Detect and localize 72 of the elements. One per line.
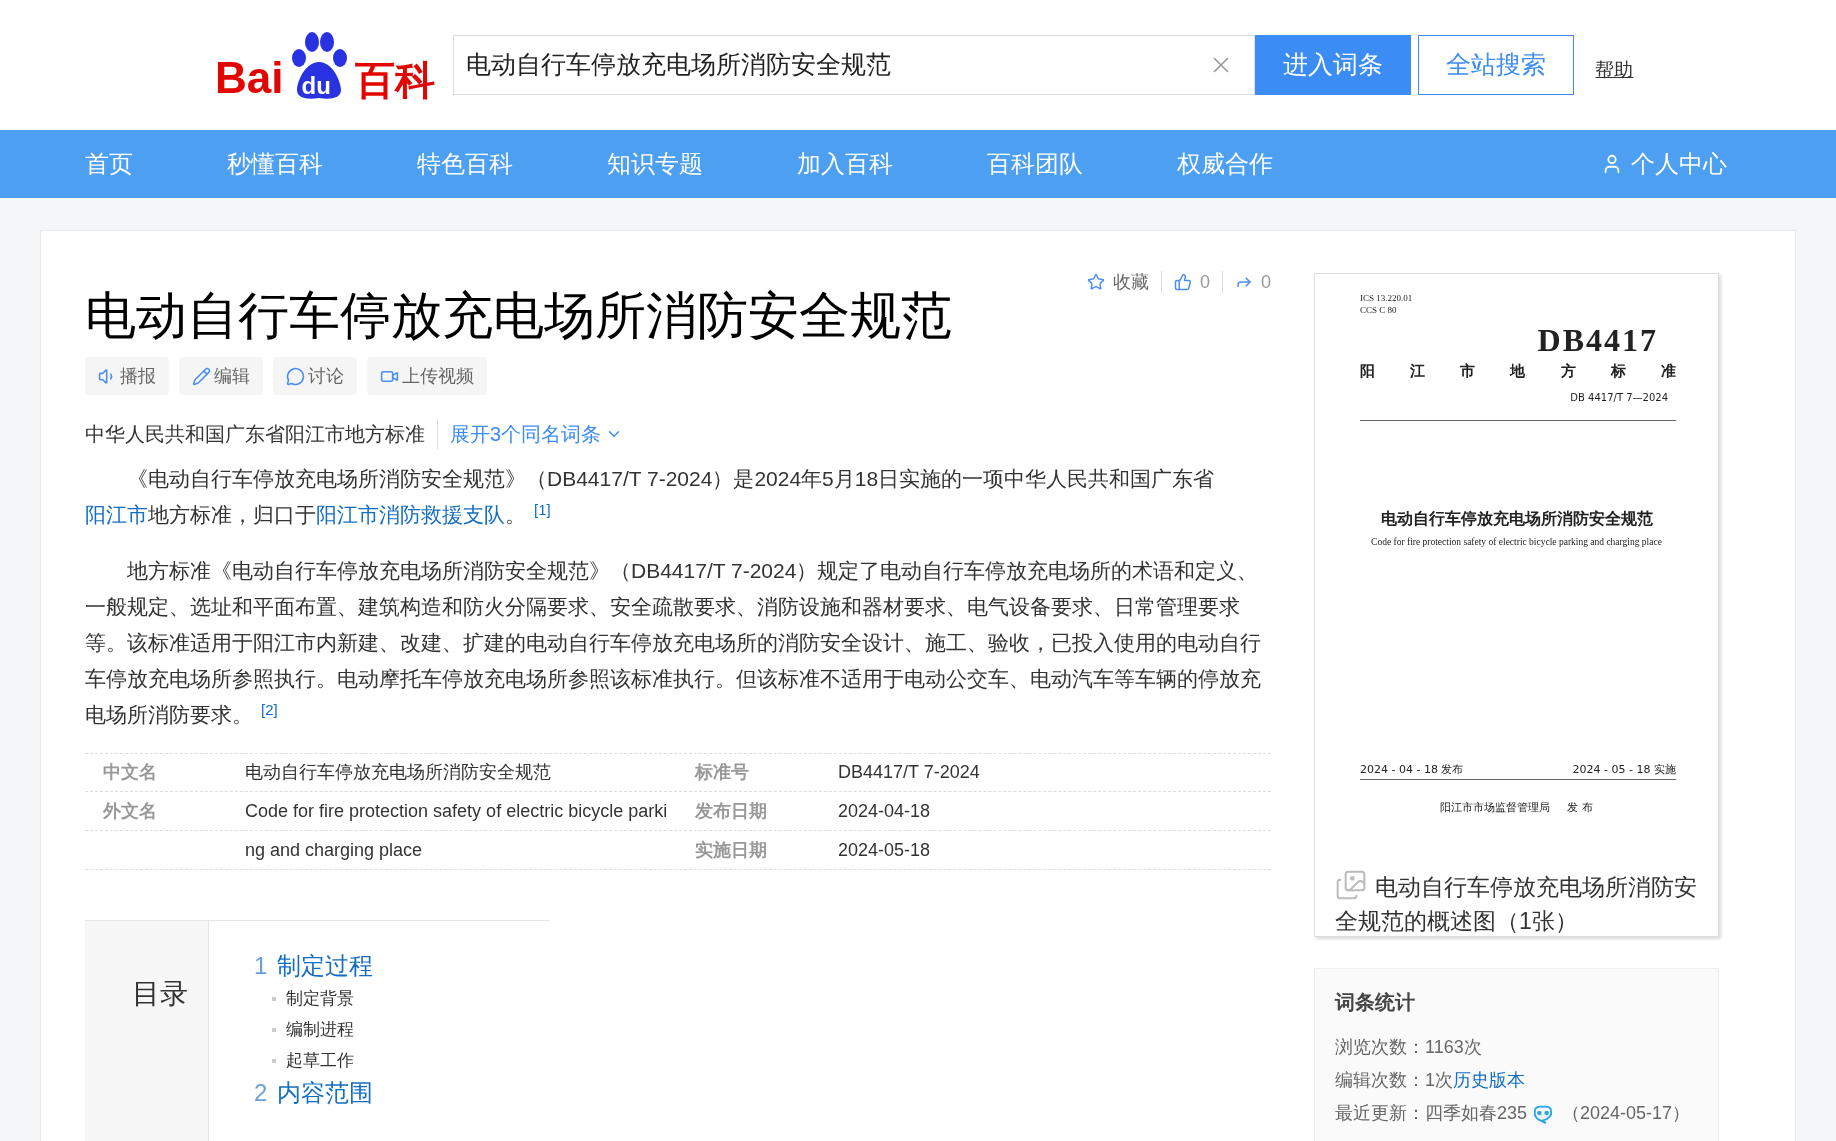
info-label: 标准号 (695, 761, 750, 784)
video-button[interactable]: 上传视频 (367, 357, 487, 395)
stat-value: 四季如春235 (1425, 1102, 1528, 1125)
user-center-link[interactable]: 个人中心 (1601, 146, 1727, 182)
toc-section-link[interactable]: 1 制定过程 (254, 949, 374, 983)
stat-label: 最近更新： (1335, 1102, 1425, 1125)
standard-number: DB 4417/T 7—2024 (1570, 391, 1668, 405)
update-date: （2024-05-17） (1562, 1102, 1691, 1125)
stats-title: 词条统计 (1335, 990, 1416, 1015)
pencil-icon (192, 366, 211, 386)
reference-link[interactable]: [1] (534, 500, 551, 518)
discuss-button[interactable]: 讨论 (273, 357, 357, 395)
baidu-baike-logo[interactable]: Bai du 百科 (215, 30, 436, 100)
info-label: 实施日期 (695, 838, 768, 862)
like-action[interactable]: 0 (1160, 271, 1210, 293)
nav-item[interactable]: 知识专题 (607, 146, 703, 182)
speech-bubble-icon (286, 366, 305, 386)
standard-code: DB4417 (1537, 321, 1658, 360)
star-icon (1086, 273, 1105, 291)
edit-button[interactable]: 编辑 (179, 357, 263, 395)
speaker-button[interactable]: 播报 (85, 357, 169, 395)
site-search-button[interactable]: 全站搜索 (1418, 35, 1575, 95)
info-value: Code for fire protection safety of electric bicycle parki (245, 799, 669, 823)
issuer-line: 阳江市市场监督管理局 发 布 (1439, 800, 1594, 816)
info-label: 中文名 (102, 761, 158, 784)
article-paragraph: 地方标准《电动自行车停放充电场所消防安全规范》（DB4417/T 7-2024）规定了电动自行车停放充电场所的术语和定义、一般规定、选址和平面布置、建筑构造和防火分隔要求、安全疏散要求、消防设施和器材要求、电气设备要求、日常管理要求等。该标准适用于阳江市内新建、改建、扩建的电动自行车停放充电场所的消防安全设计、施工、验收，已投入使用的电动自行车停放充电场所参照执行。电动摩托车停放充电场所参照该标准执行。但该标准不适用于电动公交车、电动汽车等车辆的停放充电场所消防要求。 $^{[2]}$ (85, 558, 1262, 728)
nav-item[interactable]: 百科团队 (987, 146, 1083, 182)
toc-title: 目录 (132, 977, 188, 1011)
document-english-title: Code for fire protection safety of electric bicycle parking and charging place (1370, 536, 1663, 549)
stat-value: 1163次 (1425, 1036, 1482, 1059)
nav-item[interactable]: 权威合作 (1177, 146, 1273, 182)
stat-label: 浏览次数： (1335, 1036, 1425, 1059)
ics-code: ICS 13.220.01 (1360, 292, 1413, 305)
toc-subsection-link[interactable]: 起草工作 (286, 1047, 354, 1074)
info-value: 2024-05-18 (838, 838, 931, 862)
search-field[interactable]: 电动自行车停放充电场所消防安全规范 (453, 35, 1256, 95)
summary-image-card[interactable] (1314, 273, 1719, 937)
share-action[interactable]: 0 (1222, 271, 1271, 293)
entry-title: 电动自行车停放充电场所消防安全规范 (85, 290, 953, 341)
same-name-link[interactable]: 展开3个同名词条 (438, 419, 624, 449)
info-value: DB4417/T 7-2024 (838, 761, 980, 784)
thumbs-up-icon (1173, 273, 1192, 291)
stat-label: 编辑次数： (1335, 1069, 1425, 1092)
history-link[interactable]: 历史版本 (1453, 1067, 1525, 1094)
toc-subsection-link[interactable]: 制定背景 (286, 985, 354, 1012)
nav-item[interactable]: 首页 (85, 146, 133, 182)
info-value: 电动自行车停放充电场所消防安全规范 (245, 761, 552, 784)
info-value: ng and charging place (245, 838, 424, 862)
help-link[interactable]: 帮助 (1595, 55, 1634, 85)
image-caption: 电动自行车停放充电场所消防安全规范的概述图（1张） (1335, 870, 1698, 938)
standard-type: 阳江市地方标准 (1360, 361, 1676, 382)
info-label: 外文名 (102, 799, 158, 823)
effective-date: 2024 - 05 - 18 实施 (1572, 762, 1676, 778)
entry-subtitle: 中华人民共和国广东省阳江市地方标准 (85, 419, 438, 449)
article-link[interactable]: 阳江市 (85, 503, 148, 526)
article-link[interactable]: 阳江市消防救援支队 (316, 503, 505, 526)
toc-subsection-link[interactable]: 编制进程 (286, 1016, 354, 1043)
info-value: 2024-04-18 (838, 799, 931, 823)
gallery-icon (1335, 868, 1367, 901)
nav-item[interactable]: 秒懂百科 (227, 146, 323, 182)
issue-date: 2024 - 04 - 18 发布 (1360, 762, 1464, 778)
document-title: 电动自行车停放充电场所消防安全规范 (1379, 508, 1654, 530)
star-action[interactable]: 收藏 (1074, 271, 1149, 293)
ccs-code: CCS C 80 (1360, 304, 1397, 317)
info-label: 发布日期 (695, 799, 768, 823)
enter-entry-button[interactable]: 进入词条 (1255, 35, 1412, 95)
nav-item[interactable]: 加入百科 (797, 146, 893, 182)
toc-section-link[interactable]: 2 内容范围 (254, 1076, 374, 1110)
nav-item[interactable]: 特色百科 (417, 146, 513, 182)
reference-link[interactable]: [2] (261, 700, 278, 718)
article-paragraph: 《电动自行车停放充电场所消防安全规范》（DB4417/T 7-2024）是2024年5月18日实施的一项中华人民共和国广东省 阳江市地方标准，归口于阳江市消防救援支队。 $^{[1]}$ (85, 466, 1216, 528)
stat-value: 1次 (1425, 1069, 1453, 1092)
